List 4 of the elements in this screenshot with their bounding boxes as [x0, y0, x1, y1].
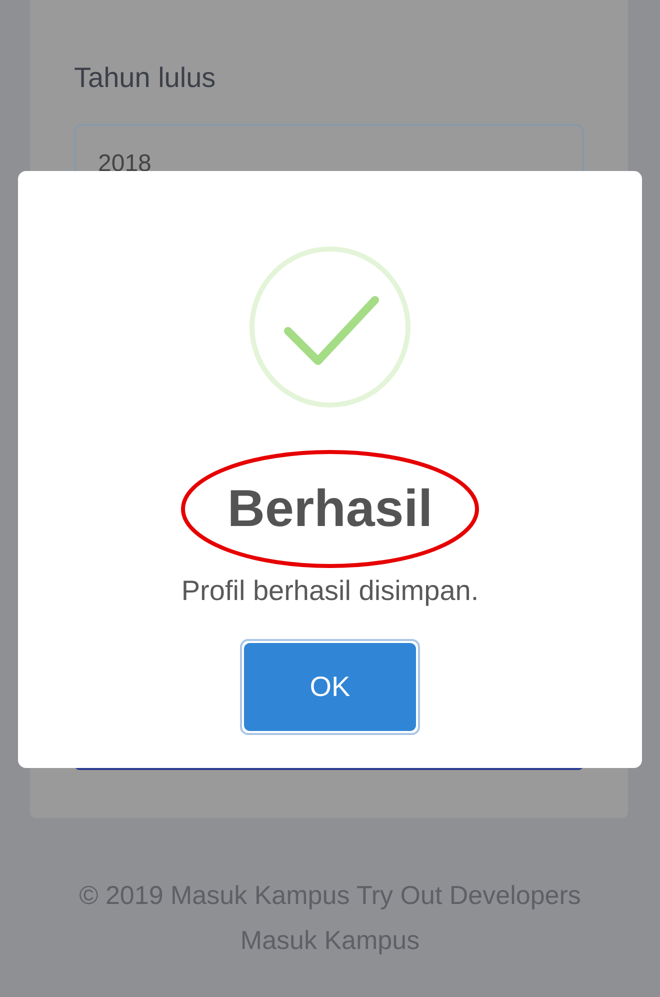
field-label: Tahun lulus	[74, 62, 217, 95]
dialog-message: Profil berhasil disimpan.	[181, 575, 479, 607]
dialog-title: Berhasil	[227, 479, 433, 539]
ok-button[interactable]: OK	[244, 643, 416, 731]
